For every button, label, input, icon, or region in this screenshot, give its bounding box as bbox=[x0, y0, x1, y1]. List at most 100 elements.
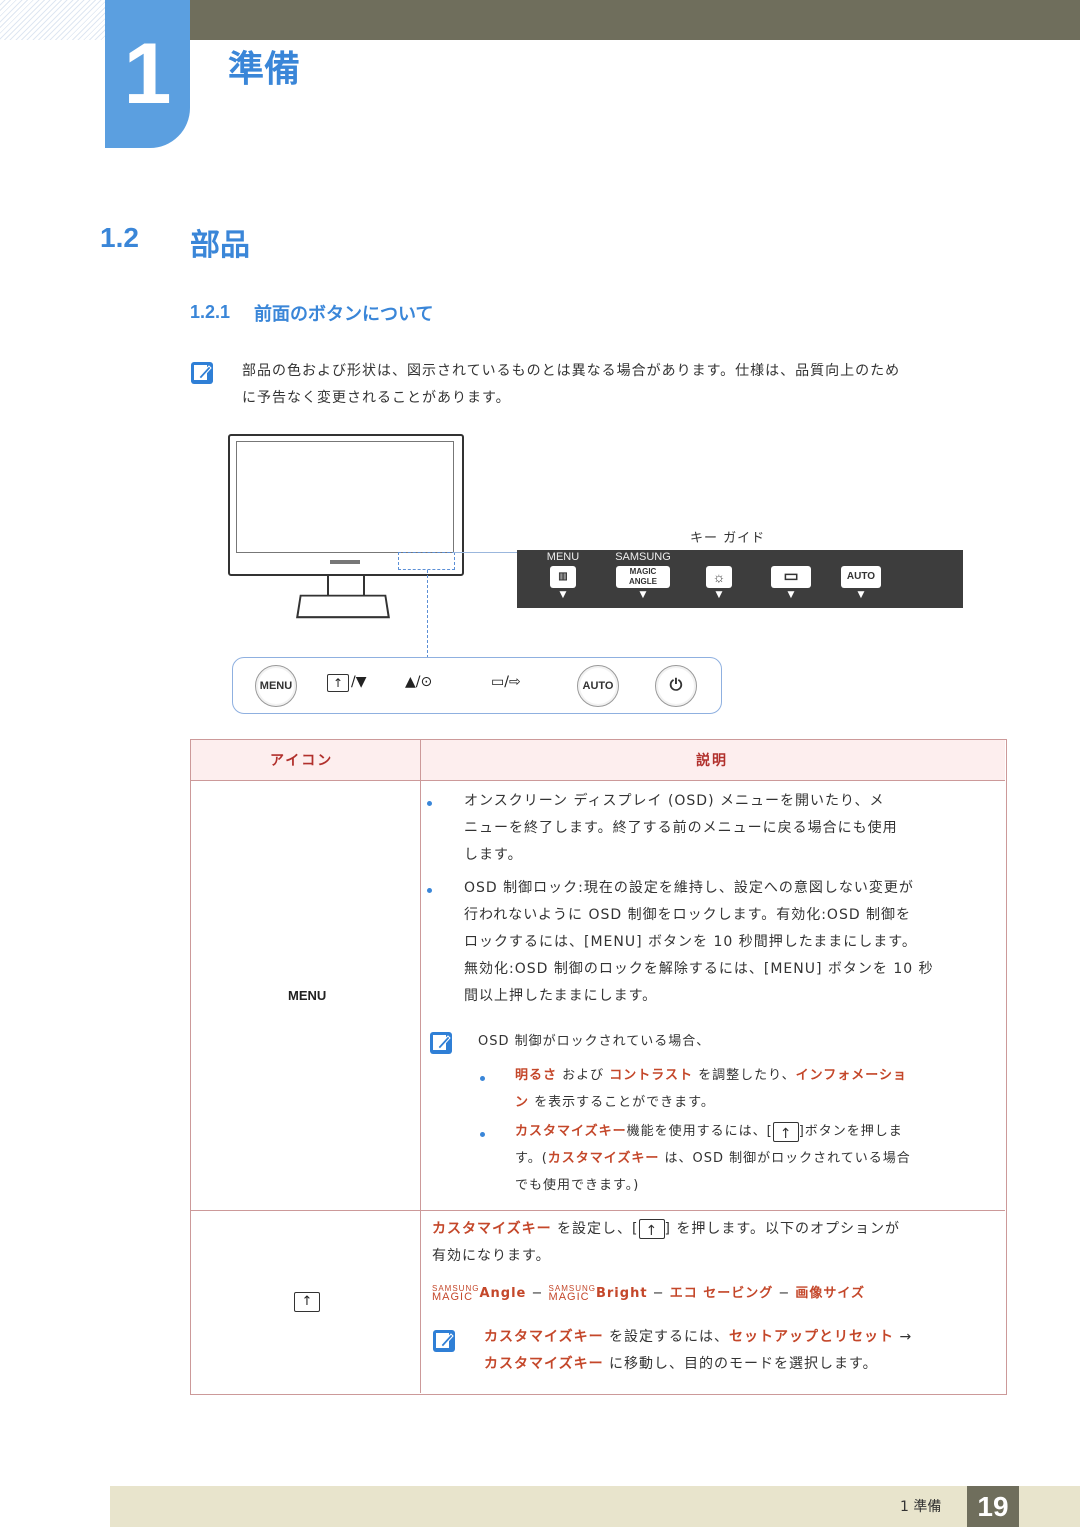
magic-angle-icon: MAGIC ANGLE bbox=[616, 566, 670, 588]
text-fragment: す。( bbox=[515, 1151, 548, 1166]
information-term: インフォメーショ bbox=[795, 1068, 908, 1083]
option-image-size: 画像サイズ bbox=[795, 1286, 866, 1301]
text-fragment: ] を押します。以下のオプションが bbox=[664, 1221, 901, 1237]
row1-bullet1-line: します。 bbox=[464, 847, 523, 863]
information-term-end: ン bbox=[515, 1095, 530, 1110]
option-bright: Bright bbox=[595, 1286, 648, 1301]
key-guide-arrow-icon: ▼ bbox=[559, 590, 567, 600]
source-enter-label[interactable]: ▭/⇨ bbox=[491, 674, 521, 690]
key-guide-menu-caption: MENU bbox=[546, 551, 580, 563]
separator: − bbox=[526, 1286, 549, 1301]
key-guide-source: ▭ ▼ bbox=[761, 550, 821, 608]
key-guide-arrow-icon: ▼ bbox=[787, 590, 795, 600]
customize-key-icon bbox=[772, 1121, 799, 1148]
menu-button[interactable]: MENU bbox=[255, 665, 297, 707]
front-button-bar: MENU ↑ /▼ ▲/⊙ ▭/⇨ AUTO ⏻ bbox=[232, 657, 722, 714]
key-guide-panel: MENU ▥ ▼ SAMSUNG MAGIC ANGLE ▼ ☼ ▼ ▭ ▼ A… bbox=[517, 550, 963, 608]
bullet-icon bbox=[427, 888, 432, 893]
samsung-magic-logo: SAMSUNG MAGIC bbox=[432, 1285, 479, 1303]
auto-button[interactable]: AUTO bbox=[577, 665, 619, 707]
samsung-magic-logo: SAMSUNG MAGIC bbox=[549, 1285, 596, 1303]
text-fragment: を表示することができます。 bbox=[529, 1095, 715, 1110]
setup-reset-term: セットアップとリセット bbox=[729, 1329, 895, 1345]
key-guide-brightness: ☼ ▼ bbox=[689, 550, 749, 608]
section-title: 部品 bbox=[190, 228, 250, 263]
key-guide-menu: MENU ▥ ▼ bbox=[533, 550, 593, 608]
text-fragment: を調整したり、 bbox=[693, 1068, 796, 1083]
monitor-screen bbox=[236, 441, 454, 553]
connector-line-vertical bbox=[427, 570, 428, 658]
footer-chapter-label: 1 準備 bbox=[900, 1499, 942, 1515]
row1-bullet1-line: ニューを終了します。終了する前のメニューに戻る場合にも使用 bbox=[464, 820, 898, 836]
option-eco-saving: エコ セービング bbox=[669, 1286, 774, 1301]
note-pencil-icon bbox=[191, 362, 213, 384]
page-number: 19 bbox=[967, 1486, 1019, 1527]
bezel-buttons-highlight bbox=[398, 552, 455, 570]
key-guide-arrow-icon: ▼ bbox=[715, 590, 723, 600]
customize-key-term: カスタマイズキー bbox=[515, 1124, 627, 1139]
customize-down-label: /▼ bbox=[351, 674, 367, 690]
row1-bullet2-line: ロックするには、[MENU] ボタンを 10 秒間押したままにします。 bbox=[464, 934, 917, 950]
note-line-2: に予告なく変更されることがあります。 bbox=[242, 390, 511, 406]
customize-key-term: カスタマイズキー bbox=[484, 1329, 604, 1345]
table-header-icon: アイコン bbox=[270, 753, 334, 769]
menu-key-label: MENU bbox=[288, 988, 327, 1003]
section-number: 1.2 bbox=[100, 222, 139, 253]
bullet-icon bbox=[427, 801, 432, 806]
row1-note-sub2: カスタマイズキー機能を使用するには、[]ボタンを押しま す。(カスタマイズキー … bbox=[515, 1118, 1005, 1199]
option-angle: Angle bbox=[479, 1286, 527, 1301]
row2-options: SAMSUNG MAGIC Angle − SAMSUNG MAGIC Bright −… bbox=[432, 1280, 1002, 1307]
bullet-icon bbox=[480, 1132, 485, 1137]
brightness-term: 明るさ bbox=[515, 1068, 558, 1083]
text-fragment: 機能を使用するには、[ bbox=[626, 1124, 773, 1139]
magic-text: MAGIC bbox=[432, 1291, 474, 1303]
contrast-term: コントラスト bbox=[609, 1068, 694, 1083]
key-guide-magic-angle: SAMSUNG MAGIC ANGLE ▼ bbox=[613, 550, 673, 608]
note-pencil-icon bbox=[433, 1330, 455, 1352]
row2-description: カスタマイズキー を設定し、[ ] を押します。以下のオプションが 有効になります… bbox=[432, 1216, 1002, 1270]
source-icon: ▭ bbox=[771, 566, 811, 588]
row1-bullet2-line: OSD 制御ロック:現在の設定を維持し、設定への意図しない変更が bbox=[464, 880, 914, 896]
customize-key-icon bbox=[638, 1218, 665, 1245]
row1-bullet1: オンスクリーン ディスプレイ (OSD) メニューを開いたり、メ ニューを終了し… bbox=[464, 788, 1004, 869]
customize-key-term: カスタマイズキー bbox=[432, 1221, 552, 1237]
key-guide-auto: AUTO ▼ bbox=[831, 550, 891, 608]
row1-note-title: OSD 制御がロックされている場合、 bbox=[478, 1034, 711, 1049]
header-bar bbox=[190, 0, 1080, 40]
key-guide-arrow-icon: ▼ bbox=[857, 590, 865, 600]
note-line-1: 部品の色および形状は、図示されているものとは異なる場合があります。仕様は、品質向… bbox=[242, 363, 901, 379]
menu-icon: ▥ bbox=[550, 566, 576, 588]
brightness-up-label[interactable]: ▲/⊙ bbox=[405, 674, 432, 690]
subsection-number: 1.2.1 bbox=[190, 302, 231, 322]
row1-bullet2-line: 行われないように OSD 制御をロックします。有効化:OSD 制御を bbox=[464, 907, 912, 923]
row2-note: カスタマイズキー を設定するには、セットアップとリセット → カスタマイズキー … bbox=[484, 1324, 1004, 1378]
connector-line-horizontal bbox=[453, 552, 517, 553]
customize-key-icon: ↑ bbox=[294, 1292, 320, 1312]
header-hatch bbox=[0, 0, 110, 40]
row1-bullet1-line: オンスクリーン ディスプレイ (OSD) メニューを開いたり、メ bbox=[464, 793, 885, 809]
key-guide-label: キー ガイド bbox=[690, 531, 766, 546]
text-fragment: でも使用できます。) bbox=[515, 1178, 640, 1193]
row1-bullet2: OSD 制御ロック:現在の設定を維持し、設定への意図しない変更が 行われないよう… bbox=[464, 875, 1004, 1010]
bullet-icon bbox=[480, 1076, 485, 1081]
chapter-title: 準備 bbox=[228, 49, 301, 90]
power-icon[interactable]: ⏻ bbox=[655, 665, 697, 707]
customize-key-term: カスタマイズキー bbox=[547, 1151, 660, 1166]
brightness-icon: ☼ bbox=[706, 566, 732, 588]
arrow-text: → bbox=[894, 1329, 913, 1345]
note-text: 部品の色および形状は、図示されているものとは異なる場合があります。仕様は、品質向… bbox=[242, 358, 1012, 412]
chapter-number-badge: 1 bbox=[105, 0, 190, 148]
monitor-logo bbox=[330, 560, 360, 564]
table-header-description: 説明 bbox=[696, 753, 728, 769]
separator: − bbox=[773, 1286, 796, 1301]
text-fragment: を設定し、[ bbox=[551, 1221, 639, 1237]
text-fragment: および bbox=[557, 1068, 610, 1083]
text-fragment: ]ボタンを押しま bbox=[798, 1124, 903, 1139]
separator: − bbox=[647, 1286, 670, 1301]
customize-key-icon[interactable]: ↑ bbox=[327, 674, 349, 692]
text-fragment: 有効になります。 bbox=[432, 1248, 551, 1264]
table-column-divider bbox=[420, 740, 421, 1393]
text-fragment: を設定するには、 bbox=[603, 1329, 730, 1345]
note-pencil-icon bbox=[430, 1032, 452, 1054]
row1-note-sub1: 明るさ および コントラスト を調整したり、インフォメーショ ン を表示すること… bbox=[515, 1062, 1005, 1116]
